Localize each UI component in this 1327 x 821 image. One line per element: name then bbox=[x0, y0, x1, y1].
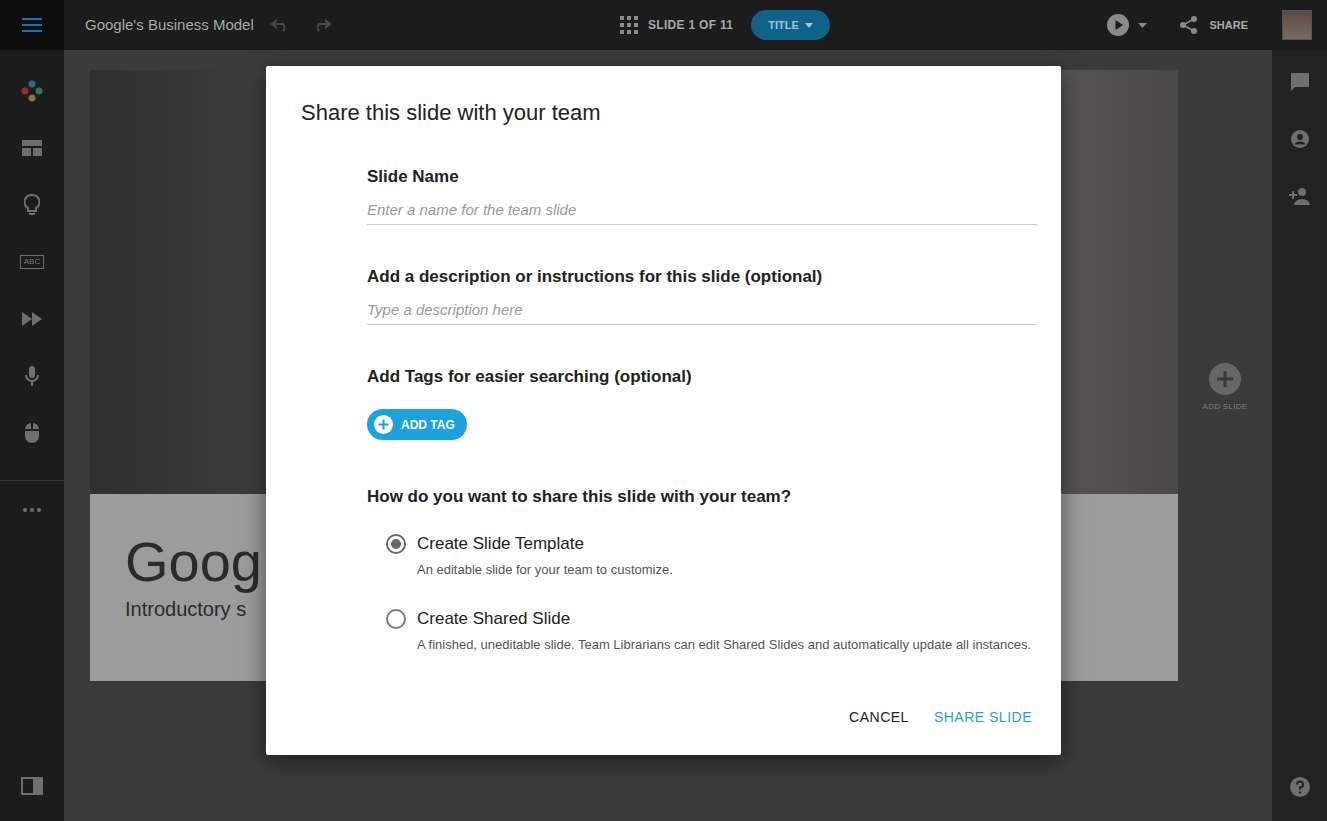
sidebar-item[interactable] bbox=[0, 119, 64, 176]
share-button[interactable]: SHARE bbox=[1179, 15, 1248, 35]
text-tool-icon: ABC bbox=[20, 255, 44, 269]
more-icon bbox=[23, 508, 41, 512]
mouse-icon bbox=[24, 422, 40, 444]
sidebar-item[interactable]: ABC bbox=[0, 233, 64, 290]
help-icon bbox=[1289, 776, 1311, 798]
document-title[interactable]: Google's Business Model bbox=[85, 14, 254, 37]
undo-button[interactable] bbox=[270, 18, 290, 32]
account-icon bbox=[1290, 129, 1310, 149]
fast-forward-icon bbox=[22, 312, 42, 326]
dialog-title: Share this slide with your team bbox=[266, 99, 1061, 127]
sidebar-item[interactable] bbox=[0, 62, 64, 119]
add-tag-button[interactable]: ADD TAG bbox=[367, 409, 467, 440]
share-slide-button[interactable]: SHARE SLIDE bbox=[934, 707, 1032, 727]
radio-option[interactable]: Create Slide Template An editable slide … bbox=[386, 532, 1037, 579]
radio-dot bbox=[391, 539, 401, 549]
undo-icon bbox=[270, 18, 290, 32]
add-tag-label: ADD TAG bbox=[401, 416, 455, 434]
logo-icon bbox=[21, 80, 43, 102]
share-dialog: Share this slide with your team Slide Na… bbox=[266, 66, 1061, 755]
radio-button[interactable] bbox=[386, 534, 406, 554]
field-label: Add a description or instructions for th… bbox=[367, 265, 1037, 289]
layout-icon bbox=[22, 140, 42, 156]
top-bar: Google's Business Model SLIDE 1 OF 11 TI… bbox=[0, 0, 1327, 50]
share-label: SHARE bbox=[1209, 17, 1248, 34]
redo-button[interactable] bbox=[312, 18, 332, 32]
left-sidebar: ABC bbox=[0, 50, 64, 821]
slide-counter: SLIDE 1 OF 11 bbox=[648, 16, 733, 34]
sidebar-item[interactable] bbox=[1272, 110, 1327, 167]
sidebar-item[interactable] bbox=[0, 481, 64, 539]
add-slide-button[interactable] bbox=[1209, 363, 1241, 395]
redo-icon bbox=[312, 18, 332, 32]
sidebar-item[interactable] bbox=[0, 404, 64, 461]
plus-circle-icon bbox=[374, 415, 393, 434]
add-person-icon bbox=[1289, 187, 1311, 205]
microphone-icon bbox=[24, 365, 40, 387]
user-avatar[interactable] bbox=[1282, 10, 1312, 40]
radio-description: A finished, uneditable slide. Team Libra… bbox=[417, 636, 1031, 654]
share-icon bbox=[1179, 15, 1199, 35]
sidebar-item[interactable] bbox=[0, 347, 64, 404]
add-slide-label: ADD SLIDE bbox=[1203, 401, 1248, 413]
lightbulb-icon bbox=[24, 194, 40, 216]
right-sidebar bbox=[1272, 50, 1327, 821]
comment-icon bbox=[1290, 72, 1310, 92]
cancel-button[interactable]: CANCEL bbox=[849, 707, 909, 727]
sidebar-item[interactable] bbox=[1272, 762, 1327, 812]
radio-description: An editable slide for your team to custo… bbox=[417, 561, 673, 579]
plus-icon bbox=[1217, 371, 1233, 387]
sidebar-item[interactable] bbox=[0, 761, 64, 811]
grid-icon[interactable] bbox=[620, 16, 638, 34]
sidebar-item[interactable] bbox=[0, 176, 64, 233]
abc-label: ABC bbox=[24, 258, 40, 266]
panel-icon bbox=[21, 777, 43, 795]
sidebar-item[interactable] bbox=[0, 290, 64, 347]
layout-pill[interactable]: TITLE bbox=[751, 10, 830, 40]
layout-pill-label: TITLE bbox=[768, 17, 799, 34]
caret-down-icon bbox=[805, 23, 813, 28]
field-label: Slide Name bbox=[367, 165, 1037, 189]
sidebar-item[interactable] bbox=[1272, 167, 1327, 224]
play-icon[interactable] bbox=[1107, 14, 1129, 36]
hamburger-icon bbox=[22, 17, 42, 33]
description-input[interactable] bbox=[367, 295, 1037, 325]
radio-option[interactable]: Create Shared Slide A finished, uneditab… bbox=[386, 607, 1037, 654]
share-mode-question: How do you want to share this slide with… bbox=[367, 485, 1037, 509]
radio-button[interactable] bbox=[386, 609, 406, 629]
sidebar-item[interactable] bbox=[1272, 53, 1327, 110]
tags-label: Add Tags for easier searching (optional) bbox=[367, 365, 1037, 389]
radio-label: Create Shared Slide bbox=[417, 607, 1031, 631]
radio-label: Create Slide Template bbox=[417, 532, 673, 556]
caret-down-icon[interactable] bbox=[1138, 23, 1147, 28]
menu-button[interactable] bbox=[0, 0, 64, 50]
slide-name-input[interactable] bbox=[367, 195, 1037, 225]
